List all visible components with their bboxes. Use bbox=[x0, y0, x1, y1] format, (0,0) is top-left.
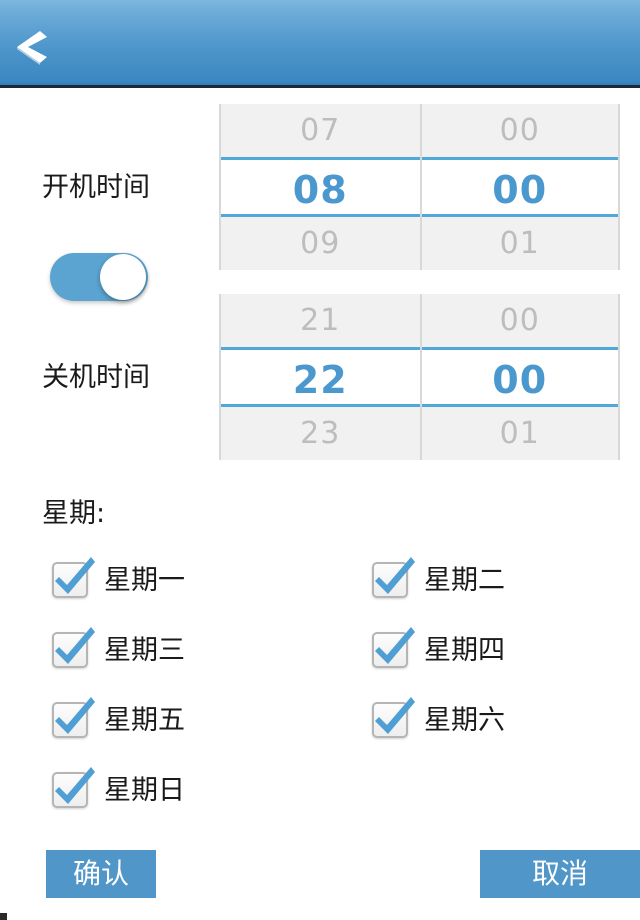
weekday-checkbox[interactable] bbox=[52, 557, 95, 598]
weekday-label: 星期日 bbox=[104, 774, 185, 806]
check-icon bbox=[50, 552, 96, 598]
weekday-label: 星期三 bbox=[104, 634, 185, 666]
power-off-hour-next[interactable]: 23 bbox=[221, 407, 420, 460]
weekday-checkbox[interactable] bbox=[372, 627, 415, 668]
weekday-checkbox[interactable] bbox=[372, 697, 415, 738]
weekday-checkbox-item[interactable]: 星期六 bbox=[372, 697, 505, 738]
power-off-hour-selected[interactable]: 22 bbox=[221, 347, 420, 407]
weekday-checkbox-item[interactable]: 星期三 bbox=[52, 627, 185, 668]
power-on-hour-column[interactable]: 07 08 09 bbox=[221, 104, 420, 270]
weekday-section-title: 星期: bbox=[42, 498, 106, 529]
power-off-label: 关机时间 bbox=[42, 362, 150, 393]
weekday-label: 星期四 bbox=[424, 634, 505, 666]
power-off-hour-column[interactable]: 21 22 23 bbox=[221, 294, 420, 460]
weekday-checkbox-item[interactable]: 星期五 bbox=[52, 697, 185, 738]
check-icon bbox=[50, 762, 96, 808]
power-off-minute-prev[interactable]: 00 bbox=[422, 294, 619, 347]
power-on-hour-prev[interactable]: 07 bbox=[221, 104, 420, 157]
power-on-minute-selected[interactable]: 00 bbox=[421, 157, 618, 217]
weekday-checkbox[interactable] bbox=[52, 627, 95, 668]
check-icon bbox=[370, 552, 416, 598]
title-bar bbox=[0, 0, 640, 88]
power-on-hour-selected[interactable]: 08 bbox=[221, 157, 420, 217]
check-icon bbox=[370, 692, 416, 738]
weekday-label: 星期二 bbox=[424, 564, 505, 596]
power-off-hour-prev[interactable]: 21 bbox=[221, 294, 420, 347]
weekday-checkbox-item[interactable]: 星期二 bbox=[372, 557, 505, 598]
weekday-label: 星期五 bbox=[104, 704, 185, 736]
weekday-checkbox-item[interactable]: 星期一 bbox=[52, 557, 185, 598]
weekday-label: 星期六 bbox=[424, 704, 505, 736]
weekday-checkbox-item[interactable]: 星期日 bbox=[52, 767, 185, 808]
weekday-label: 星期一 bbox=[104, 564, 185, 596]
power-on-hour-next[interactable]: 09 bbox=[221, 217, 420, 270]
weekday-checkbox[interactable] bbox=[52, 697, 95, 738]
power-on-time-picker[interactable]: 07 08 09 00 00 01 bbox=[219, 104, 620, 270]
check-icon bbox=[370, 622, 416, 668]
back-chevron-icon[interactable] bbox=[14, 28, 48, 66]
weekday-checkbox[interactable] bbox=[52, 767, 95, 808]
power-on-label: 开机时间 bbox=[42, 172, 150, 203]
power-off-minute-selected[interactable]: 00 bbox=[421, 347, 618, 407]
cancel-button[interactable]: 取消 bbox=[480, 850, 640, 898]
toggle-knob bbox=[100, 254, 146, 300]
power-on-minute-prev[interactable]: 00 bbox=[422, 104, 619, 157]
power-on-minute-next[interactable]: 01 bbox=[422, 217, 619, 270]
weekday-checkbox-item[interactable]: 星期四 bbox=[372, 627, 505, 668]
power-schedule-toggle[interactable] bbox=[50, 253, 148, 301]
weekday-checkbox[interactable] bbox=[372, 557, 415, 598]
check-icon bbox=[50, 622, 96, 668]
power-on-minute-column[interactable]: 00 00 01 bbox=[419, 104, 619, 270]
power-off-minute-column[interactable]: 00 00 01 bbox=[419, 294, 619, 460]
power-off-time-picker[interactable]: 21 22 23 00 00 01 bbox=[219, 294, 620, 460]
power-off-minute-next[interactable]: 01 bbox=[422, 407, 619, 460]
check-icon bbox=[50, 692, 96, 738]
confirm-button[interactable]: 确认 bbox=[46, 850, 156, 898]
corner-mark bbox=[0, 913, 7, 920]
